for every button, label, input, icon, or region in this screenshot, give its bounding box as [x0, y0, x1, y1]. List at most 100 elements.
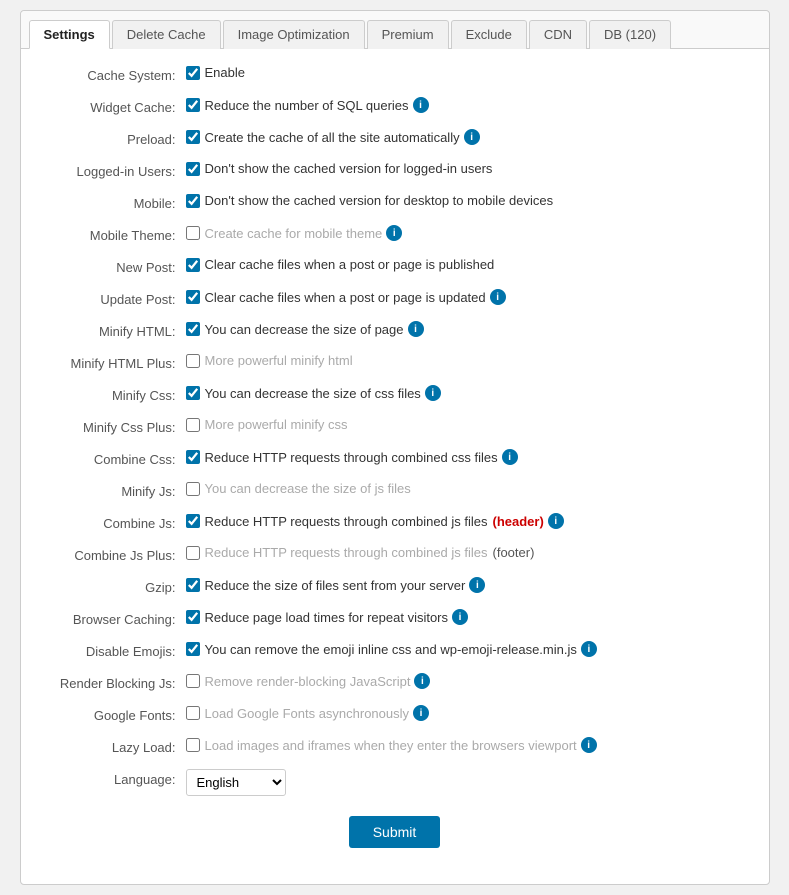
text-logged-in-users: Don't show the cached version for logged… — [205, 161, 493, 176]
checkbox-label-minify-css[interactable]: You can decrease the size of css files — [186, 386, 421, 401]
info-icon-render-blocking-js[interactable]: i — [414, 673, 430, 689]
checkbox-new-post[interactable] — [186, 258, 200, 272]
info-icon-mobile-theme[interactable]: i — [386, 225, 402, 241]
label-widget-cache: Widget Cache: — [41, 97, 186, 117]
info-icon-combine-js[interactable]: i — [548, 513, 564, 529]
label-combine-css: Combine Css: — [41, 449, 186, 469]
checkbox-label-lazy-load[interactable]: Load images and iframes when they enter … — [186, 738, 577, 753]
checkbox-label-combine-js[interactable]: Reduce HTTP requests through combined js… — [186, 514, 544, 529]
checkbox-label-widget-cache[interactable]: Reduce the number of SQL queries — [186, 98, 409, 113]
info-icon-combine-css[interactable]: i — [502, 449, 518, 465]
setting-row-preload: Preload: Create the cache of all the sit… — [41, 129, 749, 153]
checkbox-mobile-theme[interactable] — [186, 226, 200, 240]
tab-delete-cache[interactable]: Delete Cache — [112, 20, 221, 49]
label-update-post: Update Post: — [41, 289, 186, 309]
control-google-fonts: Load Google Fonts asynchronously i — [186, 705, 749, 721]
checkbox-label-preload[interactable]: Create the cache of all the site automat… — [186, 130, 460, 145]
checkbox-label-google-fonts[interactable]: Load Google Fonts asynchronously — [186, 706, 410, 721]
settings-content: Cache System: Enable Widget Cache: Reduc… — [21, 49, 769, 864]
checkbox-label-disable-emojis[interactable]: You can remove the emoji inline css and … — [186, 642, 577, 657]
label-google-fonts: Google Fonts: — [41, 705, 186, 725]
checkbox-preload[interactable] — [186, 130, 200, 144]
info-icon-minify-css[interactable]: i — [425, 385, 441, 401]
control-logged-in-users: Don't show the cached version for logged… — [186, 161, 749, 176]
text-update-post: Clear cache files when a post or page is… — [205, 290, 486, 305]
setting-row-lazy-load: Lazy Load: Load images and iframes when … — [41, 737, 749, 761]
checkbox-label-combine-css[interactable]: Reduce HTTP requests through combined cs… — [186, 450, 498, 465]
label-minify-html: Minify HTML: — [41, 321, 186, 341]
setting-row-render-blocking-js: Render Blocking Js: Remove render-blocki… — [41, 673, 749, 697]
info-icon-lazy-load[interactable]: i — [581, 737, 597, 753]
language-select[interactable]: English French German Spanish Italian — [186, 769, 286, 796]
info-icon-google-fonts[interactable]: i — [413, 705, 429, 721]
control-update-post: Clear cache files when a post or page is… — [186, 289, 749, 305]
checkbox-label-combine-js-plus[interactable]: Reduce HTTP requests through combined js… — [186, 545, 535, 560]
checkbox-label-render-blocking-js[interactable]: Remove render-blocking JavaScript — [186, 674, 411, 689]
control-minify-css-plus: More powerful minify css — [186, 417, 749, 432]
checkbox-google-fonts[interactable] — [186, 706, 200, 720]
checkbox-widget-cache[interactable] — [186, 98, 200, 112]
checkbox-minify-html-plus[interactable] — [186, 354, 200, 368]
setting-row-widget-cache: Widget Cache: Reduce the number of SQL q… — [41, 97, 749, 121]
checkbox-gzip[interactable] — [186, 578, 200, 592]
checkbox-logged-in-users[interactable] — [186, 162, 200, 176]
checkbox-combine-css[interactable] — [186, 450, 200, 464]
setting-row-combine-js-plus: Combine Js Plus: Reduce HTTP requests th… — [41, 545, 749, 569]
checkbox-render-blocking-js[interactable] — [186, 674, 200, 688]
checkbox-minify-js[interactable] — [186, 482, 200, 496]
checkbox-label-new-post[interactable]: Clear cache files when a post or page is… — [186, 257, 495, 272]
control-minify-html: You can decrease the size of page i — [186, 321, 749, 337]
text-render-blocking-js: Remove render-blocking JavaScript — [205, 674, 411, 689]
tab-premium[interactable]: Premium — [367, 20, 449, 49]
info-icon-preload[interactable]: i — [464, 129, 480, 145]
checkbox-label-mobile[interactable]: Don't show the cached version for deskto… — [186, 193, 554, 208]
info-icon-disable-emojis[interactable]: i — [581, 641, 597, 657]
setting-row-browser-caching: Browser Caching: Reduce page load times … — [41, 609, 749, 633]
checkbox-browser-caching[interactable] — [186, 610, 200, 624]
checkbox-combine-js-plus[interactable] — [186, 546, 200, 560]
checkbox-minify-css-plus[interactable] — [186, 418, 200, 432]
info-icon-minify-html[interactable]: i — [408, 321, 424, 337]
control-combine-css: Reduce HTTP requests through combined cs… — [186, 449, 749, 465]
checkbox-label-minify-html-plus[interactable]: More powerful minify html — [186, 353, 353, 368]
tab-settings[interactable]: Settings — [29, 20, 110, 49]
checkbox-disable-emojis[interactable] — [186, 642, 200, 656]
tab-exclude[interactable]: Exclude — [451, 20, 527, 49]
label-language: Language: — [41, 769, 186, 789]
tab-db[interactable]: DB (120) — [589, 20, 671, 49]
text-lazy-load: Load images and iframes when they enter … — [205, 738, 577, 753]
checkbox-label-mobile-theme[interactable]: Create cache for mobile theme — [186, 226, 383, 241]
checkbox-combine-js[interactable] — [186, 514, 200, 528]
info-icon-gzip[interactable]: i — [469, 577, 485, 593]
checkbox-label-logged-in-users[interactable]: Don't show the cached version for logged… — [186, 161, 493, 176]
control-browser-caching: Reduce page load times for repeat visito… — [186, 609, 749, 625]
label-combine-js: Combine Js: — [41, 513, 186, 533]
submit-button[interactable]: Submit — [349, 816, 441, 848]
tab-image-optimization[interactable]: Image Optimization — [223, 20, 365, 49]
checkbox-label-browser-caching[interactable]: Reduce page load times for repeat visito… — [186, 610, 449, 625]
checkbox-label-minify-css-plus[interactable]: More powerful minify css — [186, 417, 348, 432]
checkbox-label-gzip[interactable]: Reduce the size of files sent from your … — [186, 578, 466, 593]
info-icon-widget-cache[interactable]: i — [413, 97, 429, 113]
tab-cdn[interactable]: CDN — [529, 20, 587, 49]
checkbox-update-post[interactable] — [186, 290, 200, 304]
checkbox-mobile[interactable] — [186, 194, 200, 208]
setting-row-minify-js: Minify Js: You can decrease the size of … — [41, 481, 749, 505]
info-icon-update-post[interactable]: i — [490, 289, 506, 305]
label-preload: Preload: — [41, 129, 186, 149]
control-preload: Create the cache of all the site automat… — [186, 129, 749, 145]
control-render-blocking-js: Remove render-blocking JavaScript i — [186, 673, 749, 689]
checkbox-label-update-post[interactable]: Clear cache files when a post or page is… — [186, 290, 486, 305]
checkbox-lazy-load[interactable] — [186, 738, 200, 752]
checkbox-minify-html[interactable] — [186, 322, 200, 336]
info-icon-browser-caching[interactable]: i — [452, 609, 468, 625]
checkbox-label-minify-js[interactable]: You can decrease the size of js files — [186, 481, 411, 496]
checkbox-cache-system[interactable] — [186, 66, 200, 80]
text-combine-js-plus: Reduce HTTP requests through combined js… — [205, 545, 488, 560]
setting-row-minify-html: Minify HTML: You can decrease the size o… — [41, 321, 749, 345]
checkbox-minify-css[interactable] — [186, 386, 200, 400]
checkbox-label-cache-system[interactable]: Enable — [186, 65, 245, 80]
text-mobile-theme: Create cache for mobile theme — [205, 226, 383, 241]
checkbox-label-minify-html[interactable]: You can decrease the size of page — [186, 322, 404, 337]
label-combine-js-plus: Combine Js Plus: — [41, 545, 186, 565]
